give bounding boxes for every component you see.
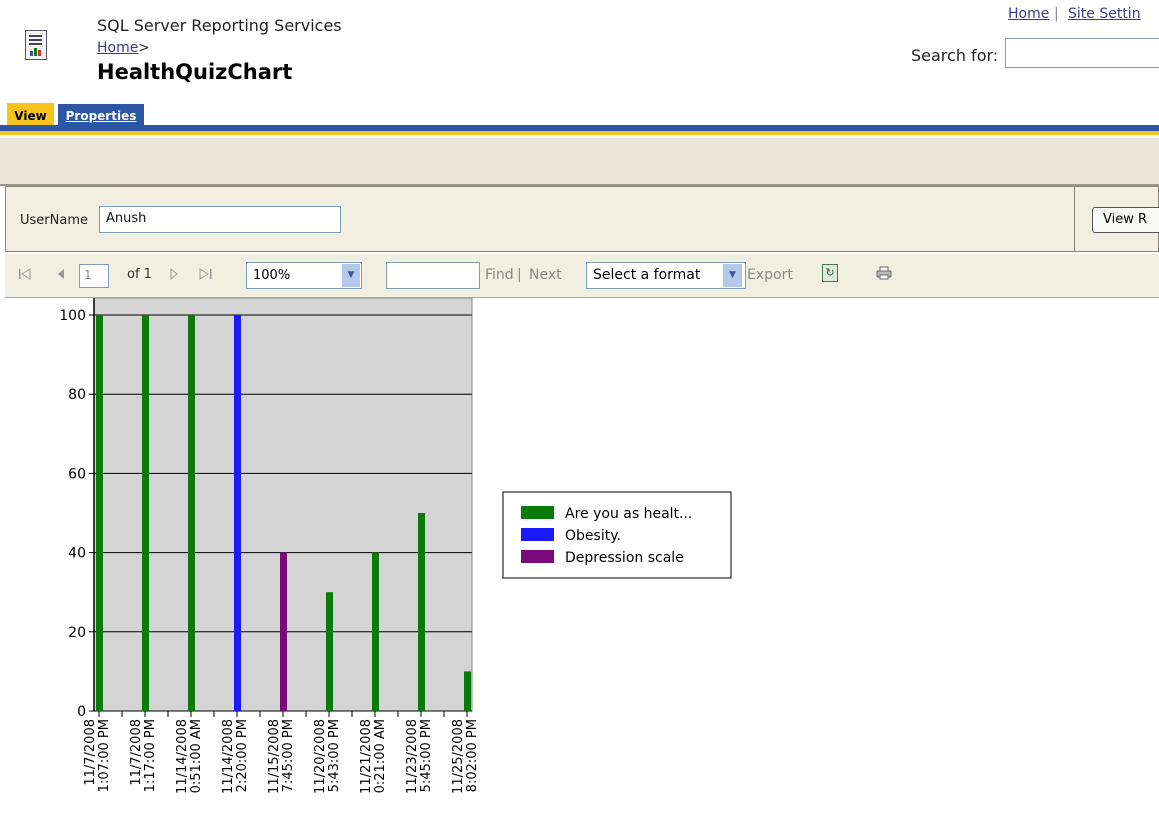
app-title: SQL Server Reporting Services	[97, 16, 342, 35]
page-number-input[interactable]: 1	[79, 264, 109, 288]
x-tick-label: 11/14/2008	[221, 719, 236, 794]
last-page-icon[interactable]	[198, 267, 214, 281]
refresh-icon[interactable]: ↻	[822, 264, 838, 282]
x-tick-label: 11/25/2008	[451, 719, 466, 794]
report-icon	[25, 30, 47, 60]
x-tick-label: 11/7/2008	[83, 719, 98, 786]
y-tick-label: 0	[77, 704, 86, 720]
top-link-separator: |	[1054, 6, 1059, 22]
breadcrumb-separator: >	[138, 40, 150, 56]
x-tick-label: 5:43:00 PM	[327, 719, 342, 792]
view-report-button[interactable]: View R	[1092, 207, 1159, 233]
print-icon[interactable]	[876, 266, 892, 280]
y-tick-label: 100	[59, 308, 86, 324]
top-home-link[interactable]: Home	[1008, 6, 1049, 22]
site-settings-link[interactable]: Site Settin	[1068, 6, 1141, 22]
legend-label: Are you as healt...	[565, 506, 692, 522]
legend-swatch	[521, 528, 554, 541]
first-page-icon[interactable]	[18, 267, 32, 281]
bar-health	[372, 552, 379, 711]
y-tick-label: 20	[68, 625, 86, 641]
x-tick-label: 1:17:00 PM	[143, 719, 158, 792]
x-tick-label: 11/15/2008	[267, 719, 282, 794]
legend-swatch	[521, 550, 554, 563]
x-tick-label: 5:45:00 PM	[419, 719, 434, 792]
y-tick-label: 40	[68, 546, 86, 562]
bar-obesity	[234, 315, 241, 711]
bar-health	[142, 315, 149, 711]
bar-depression	[280, 552, 287, 711]
next-page-icon[interactable]	[168, 267, 180, 281]
x-tick-label: 11/20/2008	[313, 719, 328, 794]
x-tick-label: 2:20:00 PM	[235, 719, 250, 792]
chevron-down-icon[interactable]: ▼	[723, 264, 742, 287]
x-tick-label: 11/7/2008	[129, 719, 144, 786]
x-tick-label: 11/23/2008	[405, 719, 420, 794]
x-tick-label: 0:51:00 AM	[189, 719, 204, 793]
x-tick-label: 11/14/2008	[175, 719, 190, 794]
bar-health	[188, 315, 195, 711]
legend-label: Depression scale	[565, 550, 684, 566]
health-quiz-chart: 02040608010011/7/2008 1:07:00 PM 11/7/2008…	[59, 298, 732, 794]
legend-swatch	[521, 506, 554, 519]
tab-underline-gold	[0, 131, 1159, 135]
tab-properties[interactable]: Properties	[58, 104, 144, 126]
export-link[interactable]: Export	[747, 267, 793, 283]
page-count-label: of 1	[127, 267, 152, 282]
bar-health	[96, 315, 103, 711]
x-tick-label: 7:45:00 PM	[281, 719, 296, 792]
export-format-select[interactable]: Select a format	[586, 262, 746, 289]
find-next-link[interactable]: Next	[529, 267, 562, 283]
bar-health	[418, 513, 425, 711]
username-input[interactable]: Anush	[99, 206, 341, 233]
find-separator: |	[517, 267, 522, 283]
search-input[interactable]	[1005, 38, 1159, 68]
bar-health	[326, 592, 333, 711]
x-tick-label: 1:07:00 PM	[97, 719, 112, 792]
x-tick-label: 8:02:00 PM	[465, 719, 480, 792]
page-title: HealthQuizChart	[97, 60, 293, 84]
find-link[interactable]: Find	[485, 267, 514, 283]
y-tick-label: 60	[68, 466, 86, 482]
breadcrumb-home-link[interactable]: Home	[97, 40, 138, 56]
chevron-down-icon[interactable]: ▼	[342, 264, 360, 287]
parameter-divider	[1074, 186, 1075, 252]
legend-label: Obesity.	[565, 528, 621, 544]
bar-health	[464, 671, 471, 711]
y-tick-label: 80	[68, 387, 86, 403]
prev-page-icon[interactable]	[55, 267, 67, 281]
x-tick-label: 11/21/2008	[359, 719, 374, 794]
x-tick-label: 0:21:00 AM	[373, 719, 388, 793]
find-input[interactable]	[386, 262, 480, 289]
search-label: Search for:	[911, 46, 999, 65]
username-label: UserName	[20, 213, 88, 228]
action-bar	[0, 138, 1159, 186]
tab-view[interactable]: View	[7, 103, 54, 127]
